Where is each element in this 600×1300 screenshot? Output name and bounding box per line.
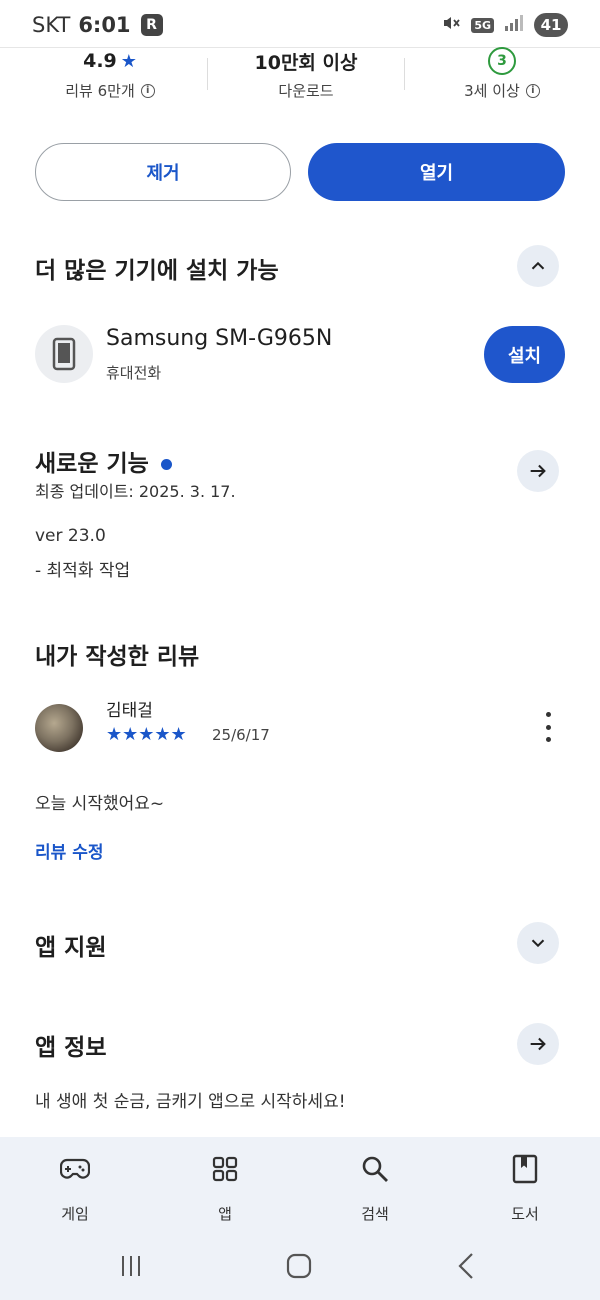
arrow-right-icon	[530, 1037, 546, 1051]
edit-review-link[interactable]: 리뷰 수정	[35, 838, 103, 863]
open-button[interactable]: 열기	[308, 143, 565, 201]
review-count: 리뷰 6만개	[65, 82, 135, 100]
home-button[interactable]	[285, 1251, 313, 1281]
book-icon	[512, 1154, 538, 1184]
app-info-arrow-button[interactable]	[517, 1023, 559, 1065]
app-info-title[interactable]: 앱 정보	[35, 1028, 107, 1062]
nav-search[interactable]: 검색	[315, 1153, 435, 1224]
downloads-value: 10만회 이상	[254, 51, 358, 74]
info-icon: i	[525, 83, 540, 98]
signal-icon	[504, 13, 524, 37]
age-rating-stat[interactable]: 3 3세 이상 i	[402, 47, 600, 101]
rating-stat[interactable]: 4.9 ★ 리뷰 6만개 i	[10, 48, 210, 101]
system-navigation-bar	[0, 1237, 600, 1300]
nav-books[interactable]: 도서	[465, 1153, 585, 1224]
review-date: 25/6/17	[212, 726, 270, 744]
release-note: - 최적화 작업	[35, 561, 131, 581]
nav-apps-label: 앱	[218, 1205, 232, 1223]
rating-value: 4.9	[83, 50, 117, 72]
remove-button[interactable]: 제거	[35, 143, 291, 201]
recents-icon	[122, 1256, 140, 1276]
expand-button[interactable]	[517, 922, 559, 964]
status-bar: SKT 6:01 R 5G 41	[0, 0, 600, 50]
last-updated: 최종 업데이트: 2025. 3. 17.	[35, 482, 236, 501]
review-stars: ★★★★★	[106, 724, 187, 745]
bottom-navigation: 게임 앱 검색 도서	[0, 1137, 600, 1237]
phone-icon	[35, 325, 93, 383]
clock: 6:01	[78, 13, 131, 37]
avatar	[35, 704, 83, 752]
network-label: 5G	[471, 17, 494, 33]
app-stats: 4.9 ★ 리뷰 6만개 i 10만회 이상 다운로드 3 3세 이상 i	[0, 47, 600, 108]
apps-grid-icon	[212, 1156, 238, 1182]
age-rating-badge: 3	[488, 47, 516, 75]
devices-section-title: 더 많은 기기에 설치 가능	[35, 258, 279, 284]
home-icon	[286, 1253, 312, 1279]
chevron-up-icon	[531, 261, 545, 270]
mute-icon	[441, 13, 461, 38]
search-icon	[362, 1156, 388, 1182]
app-description: 내 생애 첫 순금, 금캐기 앱으로 시작하세요!	[35, 1092, 346, 1112]
whats-new-title[interactable]: 새로운 기능	[35, 444, 172, 478]
star-icon: ★	[120, 50, 137, 72]
app-notification-icon: R	[140, 14, 163, 36]
gamepad-icon	[60, 1158, 90, 1179]
downloads-stat: 10만회 이상 다운로드	[206, 48, 406, 101]
info-icon: i	[140, 83, 155, 98]
device-type: 휴대전화	[106, 364, 162, 382]
downloads-label: 다운로드	[278, 82, 334, 100]
nav-games-label: 게임	[61, 1205, 89, 1223]
nav-games[interactable]: 게임	[15, 1153, 135, 1224]
version-text: ver 23.0	[35, 526, 106, 546]
device-name: Samsung SM-G965N	[106, 326, 333, 351]
my-review-title: 내가 작성한 리뷰	[35, 644, 200, 670]
back-button[interactable]	[455, 1251, 477, 1281]
review-text: 오늘 시작했어요~	[35, 794, 165, 814]
carrier-label: SKT	[32, 13, 71, 37]
whats-new-arrow-button[interactable]	[517, 450, 559, 492]
arrow-right-icon	[530, 464, 546, 478]
nav-apps[interactable]: 앱	[165, 1153, 285, 1224]
reviewer-name: 김태걸	[106, 701, 153, 721]
chevron-down-icon	[531, 939, 545, 948]
install-button[interactable]: 설치	[484, 326, 565, 383]
age-rating-label: 3세 이상	[464, 82, 520, 100]
recent-apps-button[interactable]	[118, 1251, 144, 1281]
battery-indicator: 41	[534, 13, 568, 37]
nav-search-label: 검색	[361, 1205, 389, 1223]
nav-books-label: 도서	[511, 1205, 539, 1223]
collapse-button[interactable]	[517, 245, 559, 287]
more-options-icon[interactable]	[538, 712, 558, 742]
app-support-title[interactable]: 앱 지원	[35, 928, 107, 962]
whats-new-label: 새로운 기능	[35, 451, 149, 477]
new-indicator-dot	[160, 459, 172, 470]
back-icon	[458, 1253, 473, 1279]
